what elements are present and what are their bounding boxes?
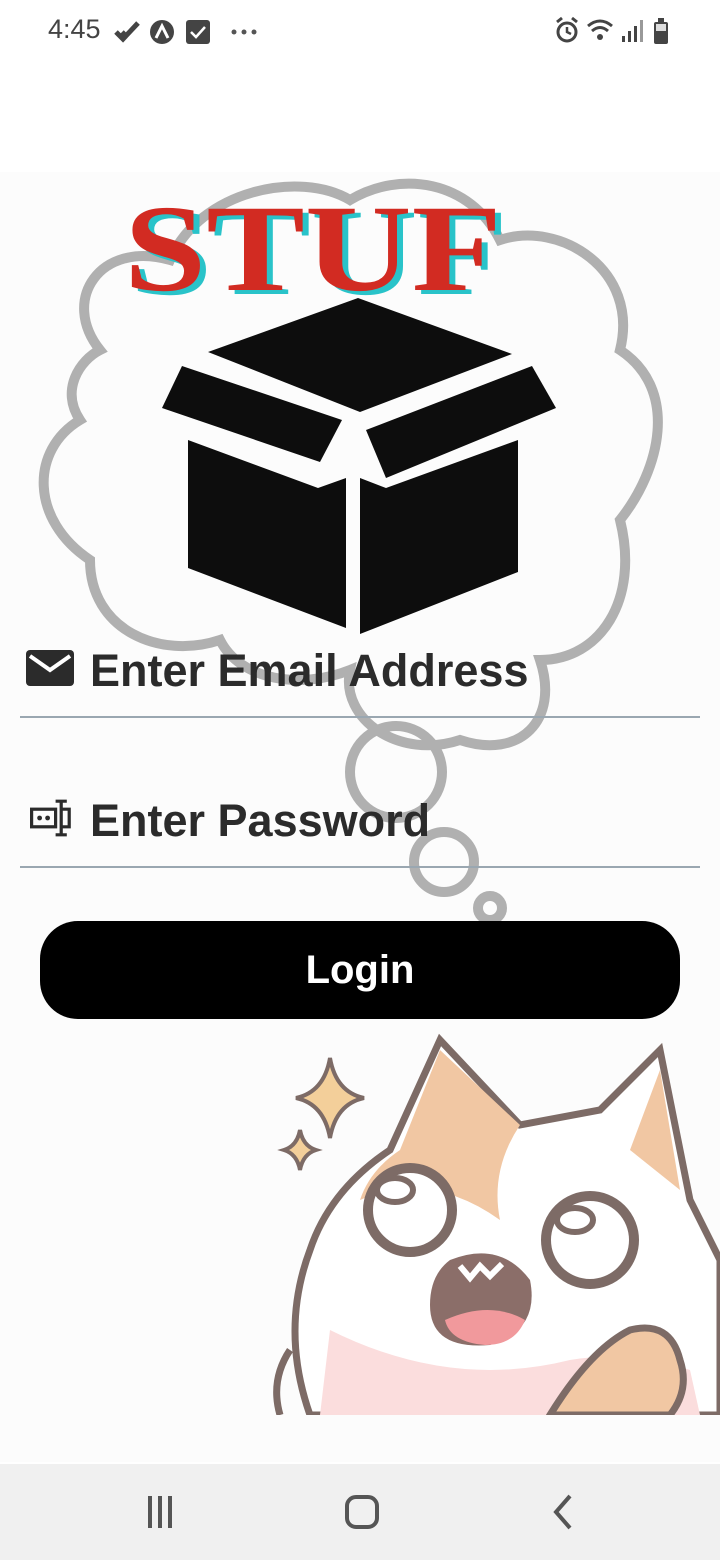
email-input[interactable]: [88, 636, 692, 706]
more-dots-icon: [231, 29, 257, 35]
status-time: 4:45: [48, 14, 101, 44]
alarm-icon: [556, 16, 578, 43]
status-left-icons: [114, 20, 257, 44]
envelope-icon: [26, 650, 74, 686]
status-bar: 4:45: [0, 0, 720, 64]
cat-mascot-illustration: [273, 1033, 720, 1415]
login-button-label: Login: [305, 947, 415, 992]
battery-icon: [654, 18, 668, 44]
wifi-icon: [587, 19, 613, 40]
email-field[interactable]: [20, 636, 700, 718]
login-button[interactable]: Login: [40, 921, 680, 1019]
signal-icon: [622, 20, 643, 42]
box-icon: [162, 298, 556, 634]
recent-apps-icon[interactable]: [138, 1492, 182, 1532]
status-right-icons: [556, 16, 668, 44]
password-icon: [30, 799, 71, 837]
svg-text:STUF: STUF: [124, 186, 502, 306]
checkbox-icon: [186, 20, 210, 44]
password-field[interactable]: [20, 786, 700, 868]
app-logo: STUF STUF: [124, 186, 508, 306]
back-icon[interactable]: [542, 1492, 586, 1532]
home-icon[interactable]: [340, 1492, 384, 1532]
check-icon: [114, 21, 140, 43]
app-a-icon: [150, 20, 174, 44]
sparkle-icon: [277, 1057, 365, 1171]
cat-mouth: [430, 1253, 532, 1346]
password-input[interactable]: [88, 786, 692, 856]
navigation-bar: [0, 1464, 720, 1560]
